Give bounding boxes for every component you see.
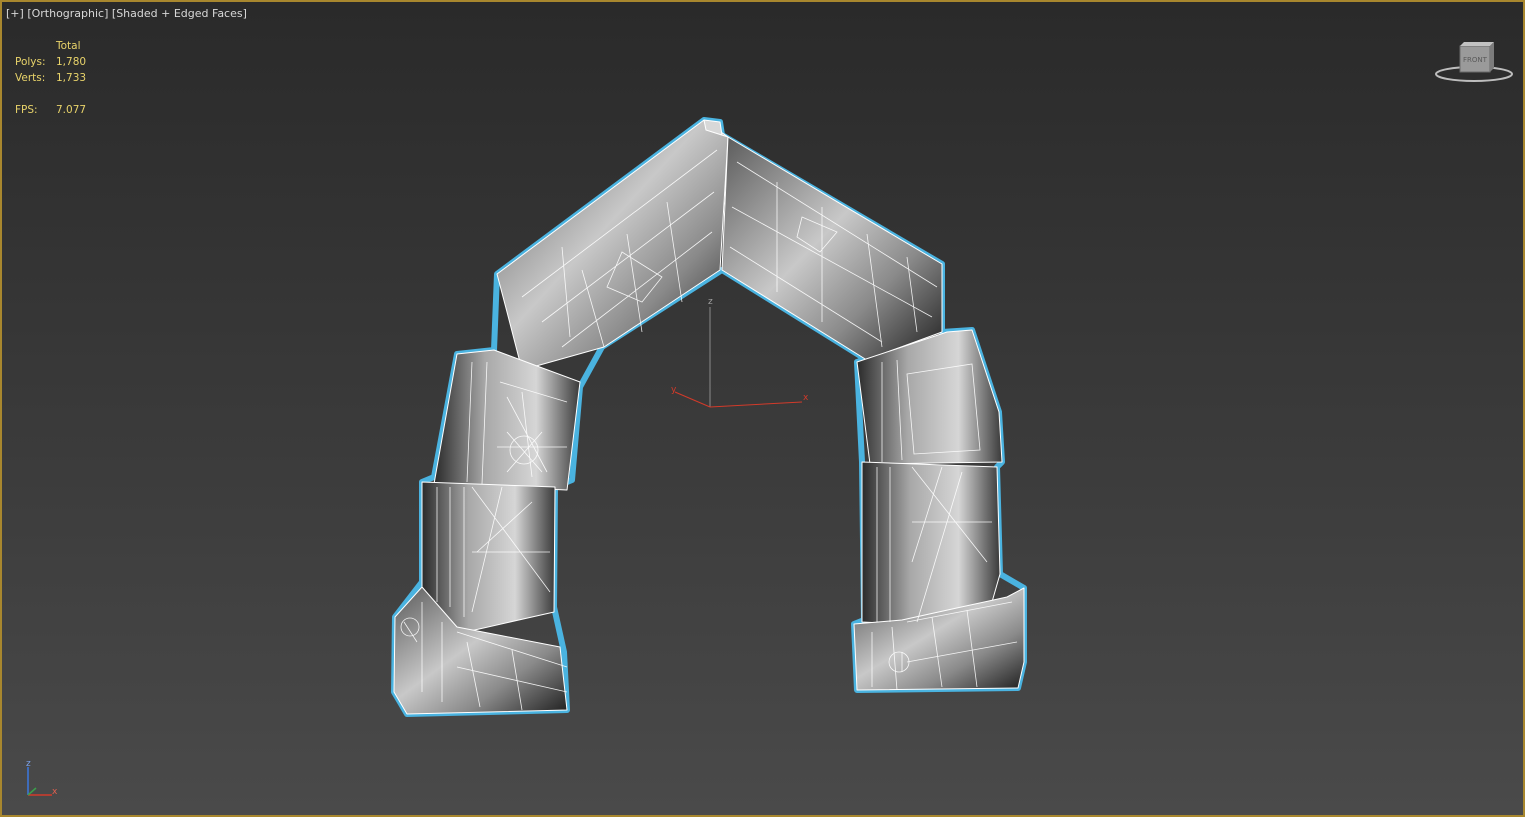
world-axis-tripod: z x <box>26 759 58 797</box>
arch-right-pillar <box>861 461 1001 625</box>
arch-right-beam <box>721 136 943 363</box>
gizmo-y-label: y <box>671 385 677 395</box>
scene-canvas[interactable]: z y x <box>2 2 1523 815</box>
gizmo-x-label: x <box>803 393 809 403</box>
arch-left-mid-block <box>433 349 581 491</box>
viewcube[interactable]: FRONT <box>1432 40 1516 86</box>
arch-model[interactable] <box>393 119 1025 715</box>
viewcube-face-label: FRONT <box>1463 56 1488 64</box>
world-axis-x-label: x <box>52 787 58 797</box>
world-axis-z-label: z <box>26 759 31 769</box>
viewport[interactable]: [+] [Orthographic] [Shaded + Edged Faces… <box>0 0 1525 817</box>
gizmo-z-label: z <box>708 297 713 307</box>
